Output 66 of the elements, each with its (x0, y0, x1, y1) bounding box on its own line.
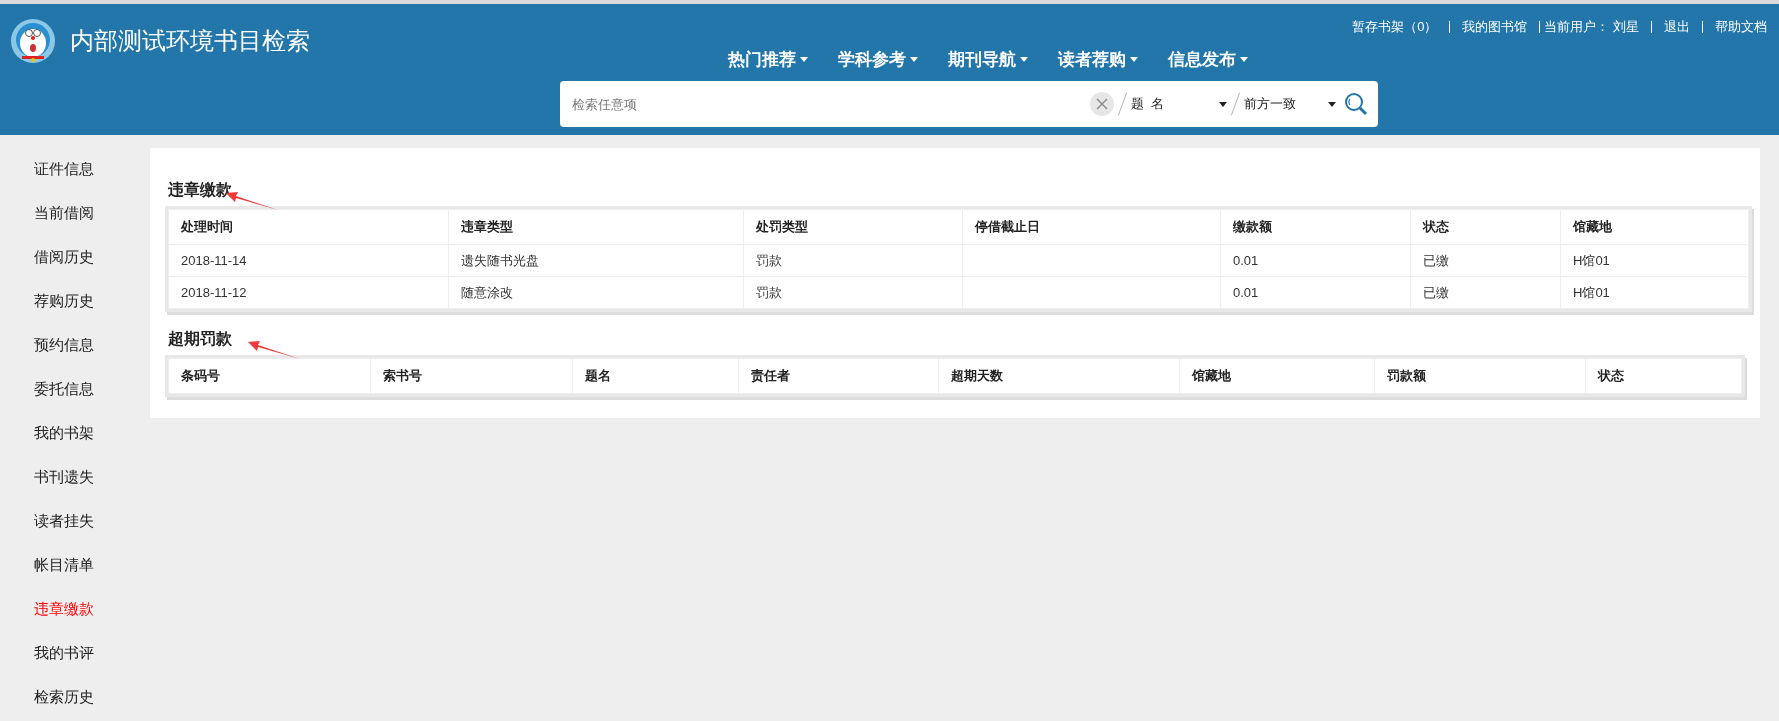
column-header: 停借截止日 (962, 209, 1221, 245)
sidebar-item[interactable]: 检索历史 (0, 675, 150, 719)
nav-menu-item[interactable]: 热门推荐 (728, 48, 808, 71)
sidebar-item[interactable]: 我的书架 (0, 411, 150, 455)
sidebar-item[interactable]: 读者挂失 (0, 499, 150, 543)
table-cell: H馆01 (1560, 244, 1749, 277)
caret-icon (1020, 57, 1028, 62)
close-icon (1095, 98, 1108, 110)
table-cell: 0.01 (1220, 244, 1411, 277)
current-user-text: 当前用户： 刘星 (1544, 18, 1639, 36)
header-link[interactable]: 我的图书馆 (1462, 18, 1528, 36)
sidebar-item[interactable]: 委托信息 (0, 367, 150, 411)
site-title: 内部测试环境书目检索 (70, 26, 310, 56)
sidebar-item[interactable]: 我的书评 (0, 631, 150, 675)
table-cell: 0.01 (1220, 276, 1411, 309)
header-link[interactable]: 退出 (1664, 18, 1690, 36)
sidebar-item[interactable]: 证件信息 (0, 147, 150, 191)
nav-menu-item[interactable]: 信息发布 (1168, 48, 1248, 71)
field-select[interactable]: 题 名 (1130, 95, 1227, 113)
column-header: 缴款额 (1220, 209, 1411, 245)
table-cell: 2018-11-14 (168, 244, 449, 277)
sidebar-item[interactable]: 预约信息 (0, 323, 150, 367)
table-cell: 随意涂改 (448, 276, 744, 309)
table-cell: 2018-11-12 (168, 276, 449, 309)
column-header: 题名 (572, 358, 739, 394)
column-header: 处理时间 (168, 209, 449, 245)
caret-icon (800, 57, 808, 62)
column-header: 责任者 (738, 358, 939, 394)
caret-icon (1218, 101, 1227, 107)
sidebar-item[interactable]: 当前借阅 (0, 191, 150, 235)
column-header: 超期天数 (938, 358, 1180, 394)
header-link[interactable]: 暂存书架（0） (1352, 18, 1438, 36)
column-header: 索书号 (370, 358, 573, 394)
table-cell: 遗失随书光盘 (448, 244, 744, 277)
column-header: 馆藏地 (1560, 209, 1749, 245)
table-cell: 已缴 (1410, 244, 1561, 277)
table-cell: H馆01 (1560, 276, 1749, 309)
nav-menu-item[interactable]: 期刊导航 (948, 48, 1028, 71)
sidebar-item[interactable]: 借阅历史 (0, 235, 150, 279)
column-header: 处罚类型 (743, 209, 963, 245)
sidebar-item[interactable]: 书刊遗失 (0, 455, 150, 499)
nav-menu-item[interactable]: 学科参考 (838, 48, 918, 71)
column-header: 罚款额 (1374, 358, 1586, 394)
section-title: 超期罚款 (168, 329, 232, 349)
column-header: 状态 (1410, 209, 1561, 245)
search-icon[interactable] (1343, 92, 1368, 116)
caret-icon (910, 57, 918, 62)
table-cell: 已缴 (1410, 276, 1561, 309)
column-header: 条码号 (168, 358, 371, 394)
sidebar-item[interactable]: 帐目清单 (0, 543, 150, 587)
search-bar[interactable]: 检索任意项 题 名 前方一致 (559, 81, 1378, 127)
column-header: 违章类型 (448, 209, 744, 245)
column-header: 馆藏地 (1179, 358, 1375, 394)
nav-menu-item[interactable]: 读者荐购 (1058, 48, 1138, 71)
column-header: 状态 (1585, 358, 1742, 394)
header-link[interactable]: 帮助文档 (1715, 18, 1767, 36)
caret-icon (1130, 57, 1138, 62)
table-cell: 罚款 (743, 276, 963, 309)
arrow-annotation (248, 339, 300, 361)
cartoon-logo-icon (10, 18, 56, 64)
table-cell: 罚款 (743, 244, 963, 277)
caret-icon (1240, 57, 1248, 62)
sidebar-item[interactable]: 荐购历史 (0, 279, 150, 323)
match-select[interactable]: 前方一致 (1243, 95, 1336, 113)
caret-icon (1327, 101, 1336, 107)
clear-button[interactable] (1089, 92, 1114, 116)
